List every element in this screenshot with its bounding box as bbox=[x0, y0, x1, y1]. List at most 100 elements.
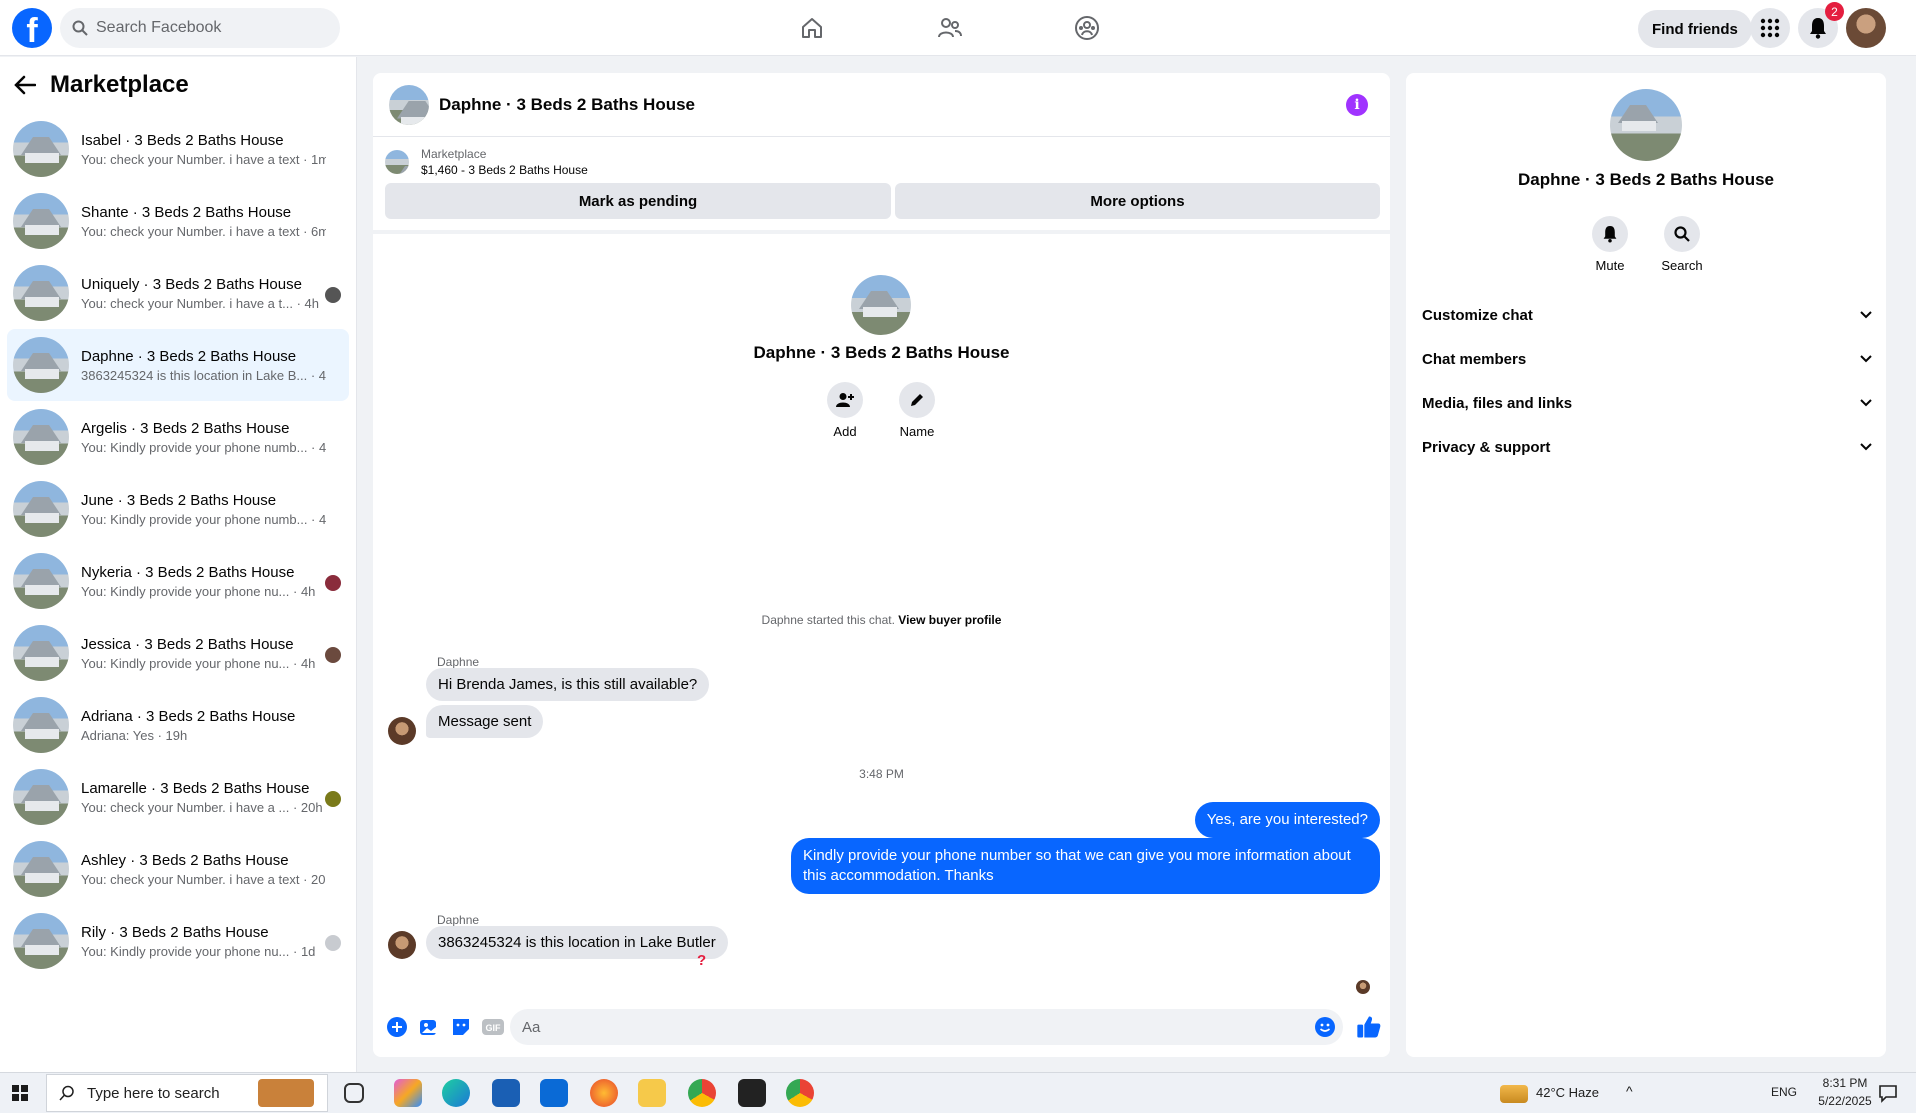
search-input[interactable] bbox=[96, 19, 316, 37]
weather-icon[interactable] bbox=[1500, 1085, 1528, 1103]
emoji-icon[interactable] bbox=[1315, 1017, 1335, 1037]
grid-icon bbox=[1760, 18, 1780, 38]
facebook-search[interactable] bbox=[60, 8, 340, 48]
conversation-item[interactable]: Ashley · 3 Beds 2 Baths House You: check … bbox=[7, 833, 349, 905]
more-options-button[interactable]: More options bbox=[895, 183, 1380, 219]
outlook-icon[interactable] bbox=[540, 1079, 568, 1107]
conversation-name: Uniquely · 3 Beds 2 Baths House bbox=[81, 275, 302, 293]
back-arrow-icon[interactable] bbox=[14, 75, 36, 95]
clock-time[interactable]: 8:31 PM bbox=[1815, 1076, 1875, 1090]
customize-chat-section[interactable]: Customize chat bbox=[1422, 293, 1872, 337]
sticker-icon bbox=[453, 1019, 469, 1035]
chevron-down-icon bbox=[1860, 355, 1872, 363]
incoming-message: Message sent bbox=[426, 705, 544, 738]
clock-date[interactable]: 5/22/2025 bbox=[1809, 1094, 1881, 1108]
photo-icon bbox=[420, 1020, 436, 1035]
conversation-item[interactable]: Lamarelle · 3 Beds 2 Baths House You: che… bbox=[7, 761, 349, 833]
conversation-item[interactable]: Adriana · 3 Beds 2 Baths House Adriana: Y… bbox=[7, 689, 349, 761]
listing-thumbnail bbox=[13, 193, 69, 249]
listing-label: Marketplace bbox=[421, 147, 487, 161]
listing-thumbnail bbox=[13, 121, 69, 177]
mute-button[interactable]: Mute bbox=[1580, 216, 1640, 273]
weather-text[interactable]: 42°C Haze bbox=[1536, 1085, 1599, 1100]
system-tray-icons[interactable] bbox=[1652, 1085, 1772, 1101]
add-people-button[interactable]: Add bbox=[815, 382, 875, 439]
search-icon bbox=[72, 20, 88, 36]
message-composer: GIF bbox=[373, 1003, 1390, 1051]
view-buyer-profile-link[interactable]: View buyer profile bbox=[898, 613, 1001, 627]
store-icon[interactable] bbox=[492, 1079, 520, 1107]
notification-badge: 2 bbox=[1825, 2, 1844, 21]
read-receipt-avatar bbox=[1356, 980, 1370, 994]
conversation-name: Lamarelle · 3 Beds 2 Baths House bbox=[81, 779, 310, 797]
language-indicator[interactable]: ENG bbox=[1771, 1085, 1797, 1099]
attach-photo-button[interactable] bbox=[413, 1011, 445, 1043]
thumbs-up-icon[interactable] bbox=[1355, 1013, 1383, 1041]
gif-button[interactable]: GIF bbox=[477, 1011, 509, 1043]
chat-title[interactable]: Daphne · 3 Beds 2 Baths House bbox=[439, 95, 695, 115]
info-icon[interactable]: i bbox=[1346, 94, 1368, 116]
privacy-support-section[interactable]: Privacy & support bbox=[1422, 425, 1872, 469]
more-actions-button[interactable] bbox=[381, 1011, 413, 1043]
home-icon[interactable] bbox=[798, 14, 826, 42]
info-name: Daphne · 3 Beds 2 Baths House bbox=[1517, 170, 1774, 189]
listing-thumbnail bbox=[13, 913, 69, 969]
listing-summary[interactable]: Marketplace $1,460 - 3 Beds 2 Baths Hous… bbox=[373, 137, 1390, 177]
conversation-preview: You: check your Number. i have a t... · … bbox=[81, 295, 319, 311]
message-input[interactable] bbox=[510, 1009, 1343, 1045]
sender-avatar[interactable] bbox=[388, 931, 416, 959]
chat-members-section[interactable]: Chat members bbox=[1422, 337, 1872, 381]
conversation-item[interactable]: Rily · 3 Beds 2 Baths House You: Kindly p… bbox=[7, 905, 349, 977]
chrome-icon[interactable] bbox=[688, 1079, 716, 1107]
message-reaction[interactable]: ? bbox=[697, 952, 706, 969]
marketplace-inbox-sidebar: Marketplace Isabel · 3 Beds 2 Baths Hous… bbox=[0, 57, 357, 1072]
sticky-notes-icon[interactable] bbox=[738, 1079, 766, 1107]
find-friends-button[interactable]: Find friends bbox=[1638, 10, 1752, 48]
seen-avatar bbox=[325, 287, 341, 303]
message-timestamp: 3:48 PM bbox=[859, 767, 904, 781]
chat-header: Daphne · 3 Beds 2 Baths House i bbox=[373, 73, 1390, 137]
conversation-preview: You: check your Number. i have a ... · 2… bbox=[81, 799, 323, 815]
file-explorer-icon[interactable] bbox=[638, 1079, 666, 1107]
groups-icon[interactable] bbox=[1073, 14, 1101, 42]
mark-as-pending-button[interactable]: Mark as pending bbox=[385, 183, 891, 219]
chevron-up-icon[interactable]: ^ bbox=[1626, 1083, 1633, 1099]
conversation-item[interactable]: Argelis · 3 Beds 2 Baths House You: Kindl… bbox=[7, 401, 349, 473]
facebook-logo[interactable]: f bbox=[12, 8, 52, 48]
notification-center-icon[interactable] bbox=[1878, 1083, 1898, 1103]
conversation-item[interactable]: Shante · 3 Beds 2 Baths House You: check … bbox=[7, 185, 349, 257]
conversation-preview: You: Kindly provide your phone numb... ·… bbox=[81, 511, 326, 527]
edge-icon[interactable] bbox=[442, 1079, 470, 1107]
divider bbox=[373, 230, 1390, 234]
task-view-icon[interactable] bbox=[344, 1083, 364, 1103]
name-label: Name bbox=[899, 424, 935, 439]
info-avatar[interactable] bbox=[1610, 89, 1682, 161]
conversation-item[interactable]: June · 3 Beds 2 Baths House You: Kindly p… bbox=[7, 473, 349, 545]
firefox-icon[interactable] bbox=[590, 1079, 618, 1107]
search-in-chat-button[interactable]: Search bbox=[1652, 216, 1712, 273]
copilot-icon[interactable] bbox=[394, 1079, 422, 1107]
chrome-profile-icon[interactable] bbox=[786, 1079, 814, 1107]
conversation-item[interactable]: Jessica · 3 Beds 2 Baths House You: Kindl… bbox=[7, 617, 349, 689]
top-navigation-bar: f Find friends 2 bbox=[0, 0, 1916, 56]
conversation-item[interactable]: Nykeria · 3 Beds 2 Baths House You: Kindl… bbox=[7, 545, 349, 617]
media-files-links-section[interactable]: Media, files and links bbox=[1422, 381, 1872, 425]
conversation-item[interactable]: Uniquely · 3 Beds 2 Baths House You: chec… bbox=[7, 257, 349, 329]
conversation-name: Jessica · 3 Beds 2 Baths House bbox=[81, 635, 294, 653]
menu-grid-button[interactable] bbox=[1750, 8, 1790, 48]
conversation-item-active[interactable]: Daphne · 3 Beds 2 Baths House 3863245324 … bbox=[7, 329, 349, 401]
sender-name: Daphne bbox=[437, 913, 480, 927]
name-chat-button[interactable]: Name bbox=[887, 382, 947, 439]
seen-avatar bbox=[325, 575, 341, 591]
windows-start-icon[interactable] bbox=[12, 1085, 28, 1101]
sticker-button[interactable] bbox=[445, 1011, 477, 1043]
friends-icon[interactable] bbox=[936, 14, 964, 42]
conversation-item[interactable]: Isabel · 3 Beds 2 Baths House You: check … bbox=[7, 113, 349, 185]
sender-avatar[interactable] bbox=[388, 717, 416, 745]
notifications-button[interactable]: 2 bbox=[1798, 2, 1844, 48]
search-highlight-icon[interactable] bbox=[258, 1079, 314, 1107]
account-avatar[interactable] bbox=[1846, 8, 1886, 48]
chevron-down-icon bbox=[1860, 443, 1872, 451]
chat-listing-avatar[interactable] bbox=[389, 84, 429, 125]
chevron-down-icon bbox=[1860, 311, 1872, 319]
